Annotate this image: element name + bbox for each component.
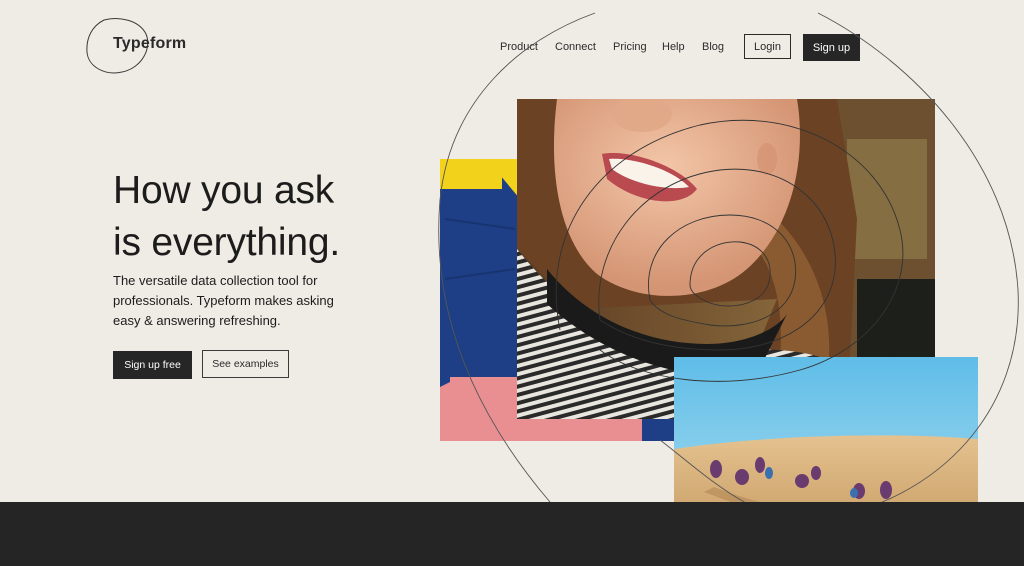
sign-up-free-button[interactable]: Sign up free <box>113 351 192 379</box>
logo[interactable]: Typeform <box>84 16 186 76</box>
collage-blue-strip <box>642 419 674 441</box>
nav-link-help[interactable]: Help <box>662 41 685 53</box>
hero-subtitle-line: easy & answering refreshing. <box>113 313 281 328</box>
nav-link-pricing[interactable]: Pricing <box>613 41 647 53</box>
hero-subtitle-line: professionals. Typeform makes asking <box>113 293 334 308</box>
login-button[interactable]: Login <box>744 34 791 59</box>
collage-pink-strip <box>517 419 642 441</box>
see-examples-button[interactable]: See examples <box>202 350 289 378</box>
collage-color-blocks <box>440 159 520 441</box>
signup-button[interactable]: Sign up <box>803 34 860 61</box>
footer-band <box>0 502 1024 566</box>
nav-link-connect[interactable]: Connect <box>555 41 596 53</box>
hero-subtitle: The versatile data collection tool for p… <box>113 271 358 331</box>
hero-title: How you ask is everything. <box>113 165 340 269</box>
nav-link-product[interactable]: Product <box>500 41 538 53</box>
logo-wordmark: Typeform <box>113 35 187 52</box>
hero-title-line: How you ask <box>113 169 335 212</box>
hero-title-line: is everything. <box>113 221 340 264</box>
nav-link-blog[interactable]: Blog <box>702 41 724 53</box>
hero-subtitle-line: The versatile data collection tool for <box>113 273 318 288</box>
